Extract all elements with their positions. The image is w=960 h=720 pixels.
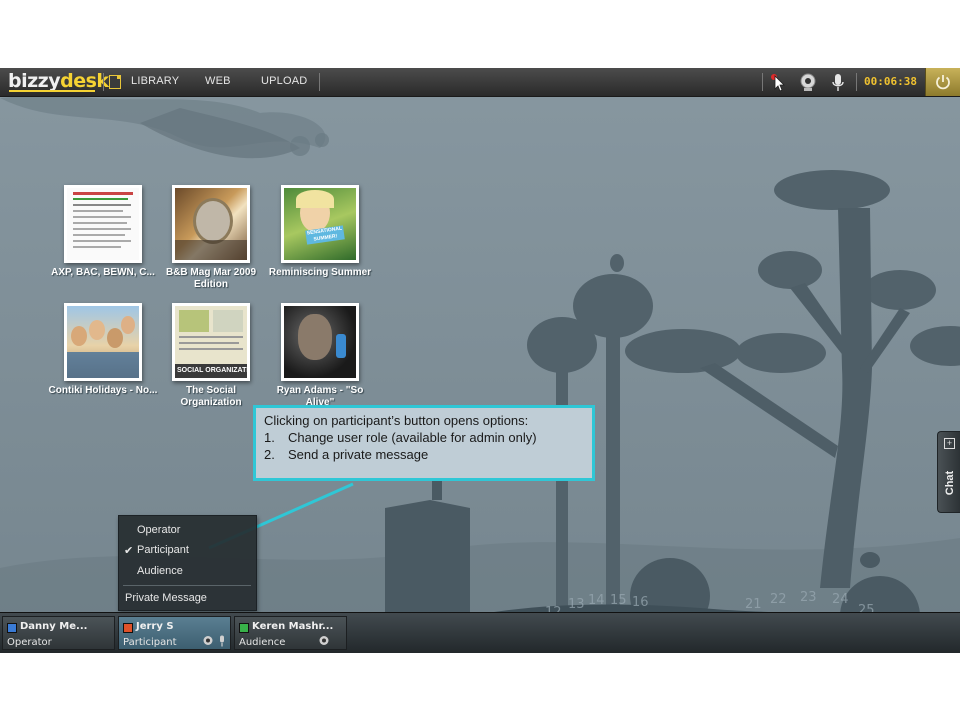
status-dot bbox=[7, 623, 17, 633]
library-item-label: The Social Organization bbox=[180, 385, 242, 408]
magazine-thumbnail bbox=[172, 185, 250, 263]
document-icon[interactable] bbox=[109, 75, 121, 89]
library-item[interactable]: B&B Mag Mar 2009 Edition bbox=[156, 185, 266, 291]
document-thumbnail bbox=[64, 185, 142, 263]
svg-text:16: 16 bbox=[632, 595, 649, 610]
participant-role: Audience bbox=[239, 637, 286, 648]
nav-library[interactable]: LIBRARY bbox=[131, 75, 179, 87]
expand-icon: + bbox=[944, 438, 955, 449]
toolbar-divider bbox=[103, 73, 104, 91]
svg-text:13: 13 bbox=[568, 597, 585, 612]
book-thumbnail: SOCIAL ORGANIZATIO bbox=[172, 303, 250, 381]
svg-text:22: 22 bbox=[770, 592, 787, 607]
library-item-label: B&B Mag Mar 2009 Edition bbox=[165, 267, 257, 290]
toolbar-divider bbox=[319, 73, 320, 91]
menu-divider bbox=[123, 585, 251, 586]
nav-upload[interactable]: UPLOAD bbox=[261, 75, 307, 87]
microphone-icon bbox=[220, 635, 224, 647]
svg-text:23: 23 bbox=[800, 590, 817, 605]
menu-item-label: Operator bbox=[137, 524, 181, 536]
callout-item-number: 2. bbox=[264, 447, 275, 462]
library-item-label: Reminiscing Summer bbox=[268, 267, 372, 278]
library-item[interactable]: Contiki Holidays - No... bbox=[48, 303, 158, 397]
status-dot bbox=[123, 623, 133, 633]
participant-role: Participant bbox=[123, 637, 177, 648]
callout-item-number: 1. bbox=[264, 430, 275, 445]
participant-name: Danny Me... bbox=[20, 621, 88, 632]
power-icon bbox=[936, 75, 950, 90]
participant-context-menu: Operator ✔ Participant Audience Private … bbox=[118, 515, 257, 611]
nav-web[interactable]: WEB bbox=[205, 75, 231, 87]
top-toolbar: bizzydesk LIBRARY WEB UPLOAD 00:06:38 bbox=[0, 68, 960, 97]
menu-item-operator[interactable]: Operator bbox=[119, 521, 256, 541]
webcam-icon bbox=[203, 636, 213, 645]
microphone-icon[interactable] bbox=[828, 72, 848, 92]
participant-button[interactable]: Keren Mashr... Audience bbox=[234, 616, 347, 650]
logo-text-part2: desk bbox=[60, 70, 109, 92]
library-item[interactable]: SENSATIONAL SUMMER! Reminiscing Summer bbox=[265, 185, 375, 279]
participant-name: Jerry S bbox=[136, 621, 174, 632]
toolbar-divider bbox=[762, 73, 763, 91]
menu-item-label: Private Message bbox=[125, 592, 207, 604]
group-photo-thumbnail bbox=[64, 303, 142, 381]
instruction-callout: Clicking on participant’s button opens o… bbox=[253, 405, 595, 481]
webcam-icon bbox=[319, 636, 329, 645]
menu-item-participant[interactable]: ✔ Participant bbox=[119, 541, 256, 561]
svg-text:21: 21 bbox=[745, 597, 762, 612]
participant-button[interactable]: Jerry S Participant bbox=[118, 616, 231, 650]
library-item[interactable]: AXP, BAC, BEWN, C... bbox=[48, 185, 158, 279]
callout-title: Clicking on participant’s button opens o… bbox=[264, 413, 529, 428]
chat-tab[interactable]: + Chat bbox=[937, 431, 960, 513]
app-logo: bizzydesk bbox=[8, 70, 109, 92]
status-dot bbox=[239, 623, 249, 633]
chat-tab-label: Chat bbox=[944, 470, 956, 496]
toolbar-divider bbox=[856, 73, 857, 91]
library-item[interactable]: SOCIAL ORGANIZATIO The Social Organizati… bbox=[156, 303, 266, 409]
library-item[interactable]: Ryan Adams - "So Alive" bbox=[265, 303, 375, 409]
library-item-label: AXP, BAC, BEWN, C... bbox=[51, 267, 155, 278]
logo-underline bbox=[9, 90, 95, 92]
participant-name: Keren Mashr... bbox=[252, 621, 334, 632]
menu-item-label: Participant bbox=[137, 544, 189, 556]
menu-item-private-message[interactable]: Private Message bbox=[119, 589, 256, 609]
svg-text:14: 14 bbox=[588, 593, 605, 608]
participant-bar: Danny Me... Operator Jerry S Participant… bbox=[0, 612, 960, 653]
logo-text-part1: bizzy bbox=[8, 70, 61, 92]
menu-item-audience[interactable]: Audience bbox=[119, 562, 256, 582]
session-timer: 00:06:38 bbox=[864, 75, 917, 88]
participant-button[interactable]: Danny Me... Operator bbox=[2, 616, 115, 650]
callout-item-text: Change user role (available for admin on… bbox=[288, 430, 537, 445]
callout-item: 2. Send a private message bbox=[264, 446, 584, 463]
svg-text:15: 15 bbox=[610, 593, 627, 608]
pointer-icon[interactable] bbox=[768, 72, 788, 92]
webcam-icon[interactable] bbox=[798, 72, 818, 92]
participant-role: Operator bbox=[7, 637, 52, 648]
menu-item-label: Audience bbox=[137, 565, 183, 577]
callout-item-text: Send a private message bbox=[288, 447, 429, 462]
svg-text:24: 24 bbox=[832, 592, 849, 607]
library-item-label: Contiki Holidays - No... bbox=[48, 385, 158, 396]
power-button[interactable] bbox=[925, 68, 960, 96]
photo-thumbnail: SENSATIONAL SUMMER! bbox=[281, 185, 359, 263]
book-caption: SOCIAL ORGANIZATIO bbox=[175, 364, 247, 378]
video-thumbnail bbox=[281, 303, 359, 381]
callout-item: 1. Change user role (available for admin … bbox=[264, 429, 584, 446]
checkmark-icon: ✔ bbox=[124, 545, 134, 557]
